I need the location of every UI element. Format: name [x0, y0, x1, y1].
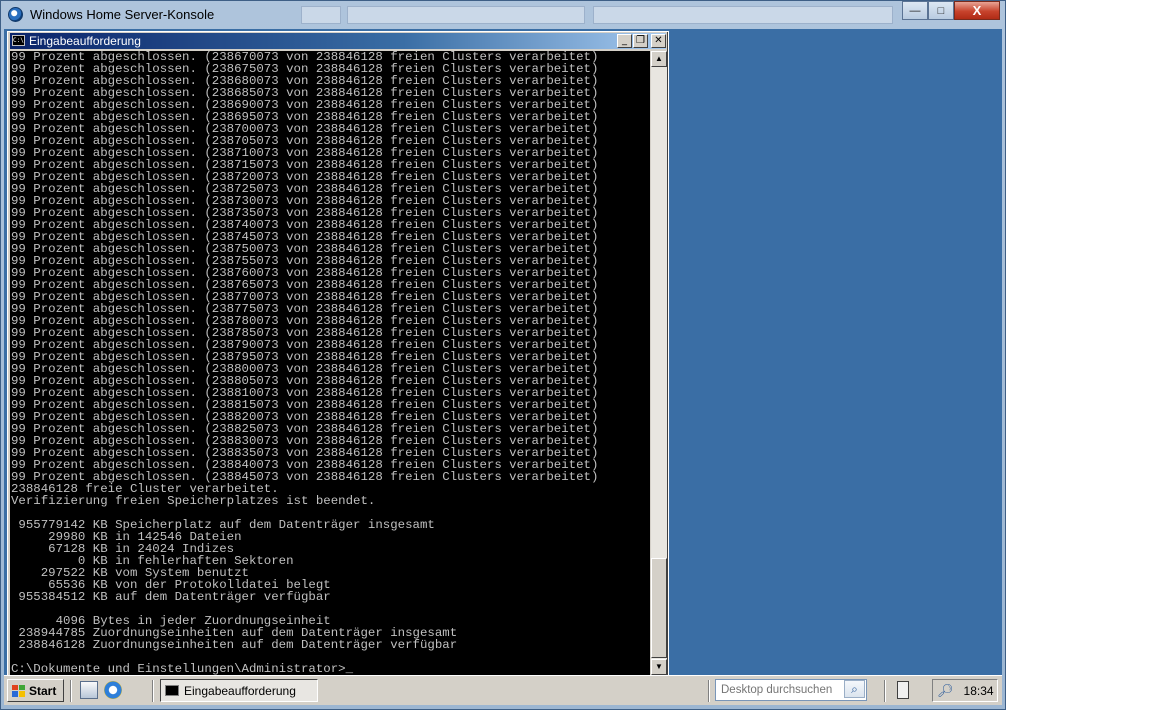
outer-close-button[interactable]: X [954, 1, 1000, 20]
search-icon[interactable]: ⌕ [844, 680, 865, 698]
clock[interactable]: 18:34 [964, 684, 994, 698]
cmd-minimize-button[interactable]: _ [617, 34, 632, 48]
console-output[interactable]: 99 Prozent abgeschlossen. (238670073 von… [10, 51, 650, 675]
cmd-restore-button[interactable]: ❐ [633, 34, 648, 48]
outer-maximize-button[interactable]: □ [928, 1, 954, 20]
internet-explorer-icon[interactable] [104, 681, 122, 699]
taskbar-item-label: Eingabeaufforderung [184, 683, 296, 698]
outer-minimize-button[interactable]: — [902, 1, 928, 20]
windows-logo-icon [12, 684, 25, 697]
show-desktop-icon[interactable] [80, 681, 98, 699]
scroll-up-button[interactable]: ▲ [651, 51, 667, 67]
command-prompt-icon [165, 685, 179, 696]
system-tray: 🔎︎ 18:34 [932, 679, 998, 702]
vertical-scrollbar[interactable]: ▲ ▼ [651, 51, 667, 675]
outer-window: Windows Home Server-Konsole — □ X C:\ Ei… [0, 0, 1006, 710]
cmd-close-button[interactable]: ✕ [651, 34, 666, 48]
background-ghost-element [593, 6, 893, 24]
background-ghost-element [347, 6, 585, 24]
background-ghost-element [301, 6, 341, 24]
taskbar: Start Eingabeaufforderung ⌕ 🔎︎ 18:34 [4, 675, 1002, 705]
network-status-icon[interactable] [897, 681, 909, 699]
scroll-down-button[interactable]: ▼ [651, 659, 667, 675]
start-button[interactable]: Start [7, 679, 64, 702]
command-prompt-title: Eingabeaufforderung [29, 34, 141, 48]
taskbar-item-command-prompt[interactable]: Eingabeaufforderung [160, 679, 318, 702]
start-label: Start [29, 683, 57, 698]
command-prompt-window: C:\ Eingabeaufforderung _ ❐ ✕ 99 Prozent… [7, 31, 669, 677]
console-text: 99 Prozent abgeschlossen. (238670073 von… [11, 51, 599, 675]
outer-window-title: Windows Home Server-Konsole [30, 7, 215, 22]
taskbar-separator [884, 680, 886, 702]
windows-home-server-icon [8, 7, 23, 22]
outer-titlebar[interactable]: Windows Home Server-Konsole — □ X [1, 1, 1005, 29]
taskbar-separator [708, 680, 710, 702]
speaker-icon[interactable]: 🔎︎ [937, 683, 954, 699]
taskbar-separator [70, 680, 72, 702]
outer-window-controls: — □ X [902, 1, 1000, 21]
taskbar-separator [152, 680, 154, 702]
command-prompt-titlebar[interactable]: C:\ Eingabeaufforderung _ ❐ ✕ [10, 33, 666, 49]
command-prompt-icon: C:\ [12, 35, 25, 46]
scroll-thumb[interactable] [651, 558, 667, 658]
